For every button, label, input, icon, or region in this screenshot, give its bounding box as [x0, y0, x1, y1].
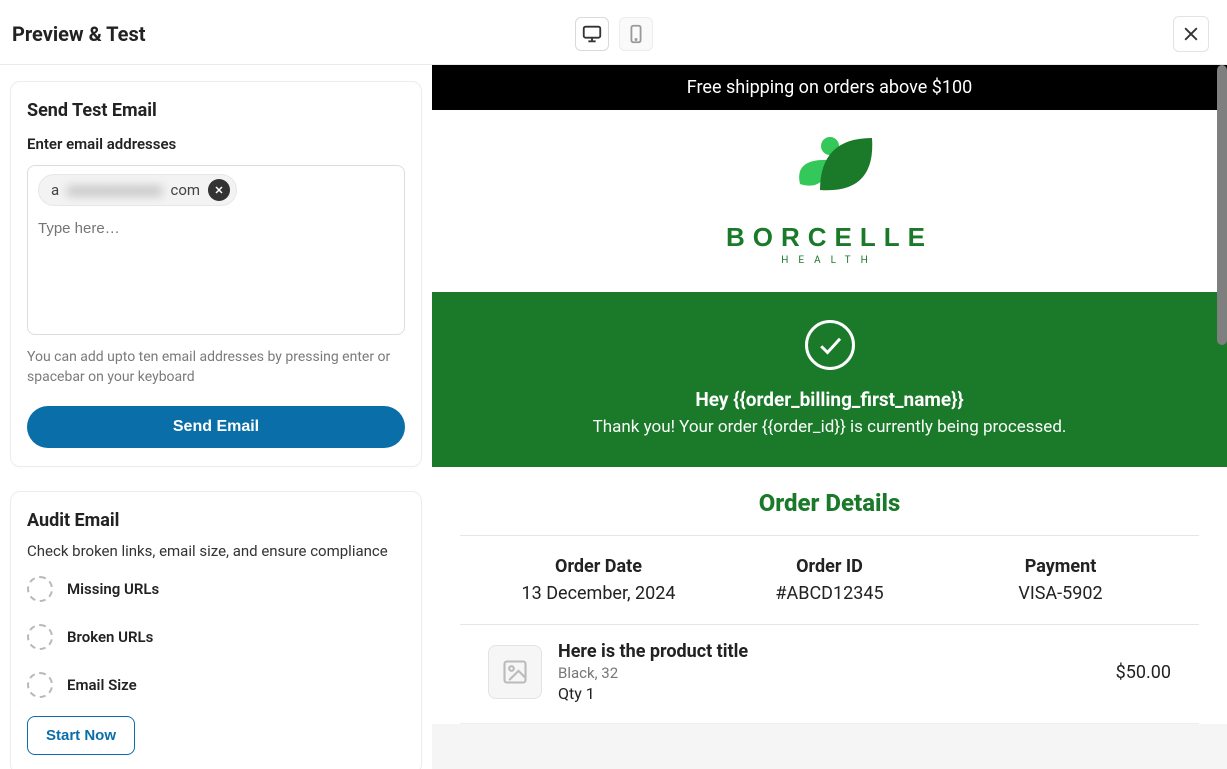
email-preview-pane[interactable]: Free shipping on orders above $100 BORCE… [432, 65, 1227, 769]
order-date-value: 13 December, 2024 [488, 583, 709, 604]
email-input-box[interactable]: a xxxxxxxxxxxx com [27, 165, 405, 335]
email-field-label: Enter email addresses [27, 135, 405, 153]
send-test-email-card: Send Test Email Enter email addresses ax… [10, 81, 422, 467]
order-id-label: Order ID [719, 556, 940, 577]
audit-title: Audit Email [27, 510, 405, 531]
order-id-value: #ABCD12345 [719, 583, 940, 604]
audit-item-label: Broken URLs [67, 628, 153, 646]
promo-banner: Free shipping on orders above $100 [432, 65, 1227, 110]
payment-col: Payment VISA-5902 [950, 556, 1171, 604]
chip-remove-button[interactable] [208, 179, 230, 201]
pending-icon [27, 672, 53, 698]
product-variant: Black, 32 [558, 664, 1100, 682]
email-chip: a xxxxxxxxxxxx com [38, 174, 237, 206]
desktop-view-button[interactable] [575, 17, 609, 51]
product-qty: Qty 1 [558, 684, 1100, 703]
brand-logo: BORCELLE HEALTH [726, 132, 933, 266]
product-price: $50.00 [1116, 662, 1171, 683]
audit-email-card: Audit Email Check broken links, email si… [10, 491, 422, 769]
page-title: Preview & Test [12, 22, 146, 46]
leaf-icon [760, 132, 900, 212]
email-chip-suffix: com [170, 181, 200, 199]
send-email-button[interactable]: Send Email [27, 406, 405, 448]
topbar: Preview & Test [0, 0, 1227, 65]
audit-item-label: Missing URLs [67, 580, 159, 598]
audit-subtitle: Check broken links, email size, and ensu… [27, 541, 405, 562]
mobile-view-button[interactable] [619, 17, 653, 51]
desktop-icon [581, 23, 603, 45]
device-toggle-group [573, 17, 655, 51]
product-info: Here is the product title Black, 32 Qty … [558, 641, 1100, 703]
audit-item-email-size: Email Size [27, 672, 405, 698]
email-chip-prefix: a [51, 181, 59, 199]
email-type-input[interactable] [38, 220, 394, 237]
audit-item-missing-urls: Missing URLs [27, 576, 405, 602]
audit-item-broken-urls: Broken URLs [27, 624, 405, 650]
email-chip-blur: xxxxxxxxxxxx [67, 181, 162, 199]
brand-name: BORCELLE [726, 222, 933, 253]
content: Send Test Email Enter email addresses ax… [0, 65, 1227, 769]
pending-icon [27, 576, 53, 602]
hero-message: Thank you! Your order {{order_id}} is cu… [452, 417, 1207, 437]
order-hero: Hey {{order_billing_first_name}} Thank y… [432, 292, 1227, 467]
product-title: Here is the product title [558, 641, 1100, 662]
page: Preview & Test Send Test Email Ent [0, 0, 1227, 769]
sidebar: Send Test Email Enter email addresses ax… [0, 65, 432, 769]
audit-item-label: Email Size [67, 676, 137, 694]
order-id-col: Order ID #ABCD12345 [719, 556, 940, 604]
brand-header: BORCELLE HEALTH [432, 110, 1227, 292]
order-details-heading: Order Details [432, 467, 1227, 535]
audit-list: Missing URLs Broken URLs Email Size [27, 576, 405, 698]
product-row: Here is the product title Black, 32 Qty … [460, 625, 1199, 724]
payment-label: Payment [950, 556, 1171, 577]
payment-value: VISA-5902 [950, 583, 1171, 604]
close-icon [1181, 24, 1201, 44]
send-test-title: Send Test Email [27, 100, 405, 121]
email-hint: You can add upto ten email addresses by … [27, 347, 405, 388]
order-date-label: Order Date [488, 556, 709, 577]
order-date-col: Order Date 13 December, 2024 [488, 556, 709, 604]
start-now-button[interactable]: Start Now [27, 716, 135, 755]
mobile-icon [625, 23, 647, 45]
hero-greeting: Hey {{order_billing_first_name}} [452, 388, 1207, 411]
image-icon [501, 658, 529, 686]
brand-subname: HEALTH [726, 255, 933, 266]
product-image-placeholder [488, 645, 542, 699]
close-button[interactable] [1173, 16, 1209, 52]
success-check-icon [805, 320, 855, 370]
email-body: Free shipping on orders above $100 BORCE… [432, 65, 1227, 724]
order-details-grid: Order Date 13 December, 2024 Order ID #A… [460, 535, 1199, 625]
pending-icon [27, 624, 53, 650]
close-icon [213, 184, 225, 196]
scrollbar[interactable] [1217, 65, 1227, 345]
